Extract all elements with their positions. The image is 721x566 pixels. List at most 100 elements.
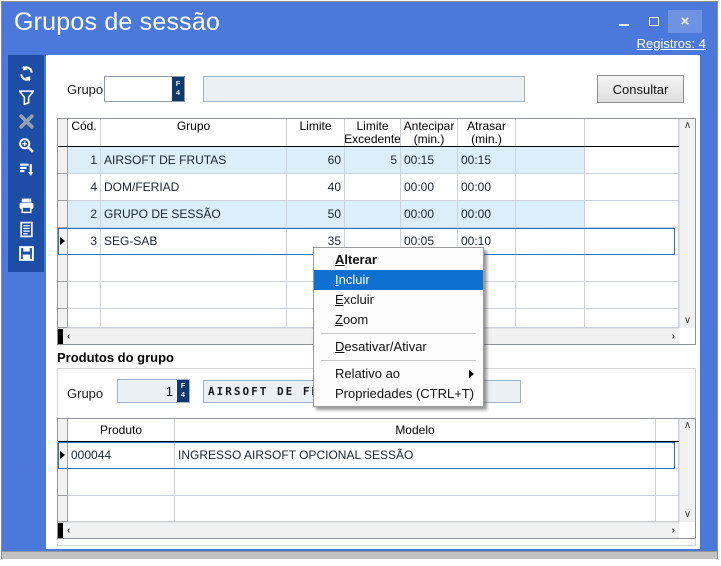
f4-lookup-button[interactable]: F4 — [171, 77, 184, 101]
maximize-button[interactable] — [640, 10, 668, 33]
empty-cell — [585, 201, 679, 228]
col-header-atrasar[interactable]: Atrasar(min.) — [458, 119, 516, 146]
empty-cell — [516, 228, 585, 255]
context-menu: Alterar Incluir Excluir Zoom Desativar/A… — [313, 247, 484, 407]
group-row[interactable]: 1 AIRSOFT DE FRUTAS 60 5 00:15 00:15 — [58, 147, 679, 174]
report-icon[interactable] — [15, 218, 37, 240]
col-header-cod[interactable]: Cód. — [68, 119, 101, 146]
refresh-icon[interactable] — [15, 62, 37, 84]
close-button[interactable] — [668, 10, 702, 33]
cell-limite[interactable]: 40 — [287, 174, 345, 201]
minimize-button[interactable] — [610, 10, 638, 33]
print-icon[interactable] — [15, 194, 37, 216]
empty-cell — [516, 201, 585, 228]
menu-item-zoom[interactable]: Zoom — [314, 310, 483, 330]
scroll-down-icon[interactable] — [680, 314, 695, 328]
empty-row — [58, 496, 679, 522]
row-gutter — [58, 282, 68, 309]
scroll-down-icon[interactable] — [680, 508, 695, 522]
produtos-grupo-code-field[interactable]: F4 — [117, 379, 190, 403]
cell-limite-excedente[interactable] — [345, 174, 401, 201]
empty-cell — [68, 255, 101, 282]
empty-header-cell — [585, 119, 679, 146]
row-gutter[interactable] — [58, 147, 68, 174]
consultar-button[interactable]: Consultar — [597, 75, 684, 103]
cell-grupo[interactable]: SEG-SAB — [101, 228, 287, 255]
clear-filter-icon[interactable] — [15, 110, 37, 132]
empty-cell — [585, 174, 679, 201]
grupo-name-field[interactable] — [203, 76, 525, 102]
row-gutter[interactable] — [58, 174, 68, 201]
save-icon[interactable] — [15, 242, 37, 264]
empty-cell — [101, 282, 287, 309]
col-header-grupo[interactable]: Grupo — [101, 119, 287, 146]
empty-cell — [68, 309, 101, 328]
cell-atrasar[interactable]: 00:00 — [458, 201, 516, 228]
scroll-right-icon[interactable] — [668, 524, 679, 538]
produtos-f4-lookup-button[interactable]: F4 — [176, 380, 189, 402]
cell-cod[interactable]: 3 — [68, 228, 101, 255]
menu-item-relativo-ao[interactable]: Relativo ao — [314, 364, 483, 384]
cell-limite-excedente[interactable]: 5 — [345, 147, 401, 174]
cell-atrasar[interactable]: 00:00 — [458, 174, 516, 201]
produto-row-selected[interactable]: 000044 INGRESSO AIRSOFT OPCIONAL SESSÃO — [58, 442, 679, 469]
menu-item-excluir[interactable]: Excluir — [314, 290, 483, 310]
cell-grupo[interactable]: GRUPO DE SESSÃO — [101, 201, 287, 228]
cell-antecipar[interactable]: 00:15 — [401, 147, 458, 174]
group-row[interactable]: 2 GRUPO DE SESSÃO 50 00:00 00:00 — [58, 201, 679, 228]
row-gutter — [58, 496, 68, 522]
empty-cell — [585, 309, 679, 328]
menu-item-desativar-ativar[interactable]: Desativar/Ativar — [314, 337, 483, 357]
filter-icon[interactable] — [15, 86, 37, 108]
cell-antecipar[interactable]: 00:00 — [401, 201, 458, 228]
cell-modelo[interactable]: INGRESSO AIRSOFT OPCIONAL SESSÃO — [175, 442, 656, 469]
gutter-header-cell — [58, 419, 68, 441]
menu-separator — [321, 333, 476, 334]
col-header-modelo[interactable]: Modelo — [175, 419, 656, 441]
sort-icon[interactable] — [15, 158, 37, 180]
cell-antecipar[interactable]: 00:00 — [401, 174, 458, 201]
v-scrollbar[interactable] — [679, 119, 695, 328]
empty-cell — [175, 469, 656, 496]
row-gutter[interactable] — [58, 201, 68, 228]
col-header-produto[interactable]: Produto — [68, 419, 175, 441]
registros-link[interactable]: Registros: 4 — [600, 36, 706, 51]
col-header-limite-excedente[interactable]: LimiteExcedente — [345, 119, 401, 146]
cell-grupo[interactable]: DOM/FERIAD — [101, 174, 287, 201]
scroll-left-icon[interactable] — [63, 524, 74, 538]
minimize-icon — [619, 24, 629, 26]
menu-item-incluir[interactable]: Incluir — [314, 270, 483, 290]
produtos-table: Produto Modelo 000044 INGRESSO AIRSOFT O… — [57, 418, 696, 539]
empty-cell — [656, 442, 679, 469]
grupo-label: Grupo — [67, 82, 103, 97]
h-scrollbar[interactable] — [58, 522, 679, 538]
cell-atrasar[interactable]: 00:15 — [458, 147, 516, 174]
cell-limite-excedente[interactable] — [345, 201, 401, 228]
cell-produto[interactable]: 000044 — [68, 442, 175, 469]
row-gutter[interactable] — [58, 442, 68, 469]
submenu-arrow-icon — [469, 370, 474, 378]
v-scrollbar[interactable] — [679, 419, 695, 522]
empty-cell — [101, 309, 287, 328]
cell-cod[interactable]: 1 — [68, 147, 101, 174]
grupo-code-field[interactable]: F4 — [104, 76, 185, 102]
cell-limite[interactable]: 50 — [287, 201, 345, 228]
cell-grupo[interactable]: AIRSOFT DE FRUTAS — [101, 147, 287, 174]
scroll-left-icon[interactable] — [63, 330, 74, 344]
menu-item-alterar[interactable]: Alterar — [314, 250, 483, 270]
zoom-icon[interactable] — [15, 134, 37, 156]
menu-item-propriedades[interactable]: Propriedades (CTRL+T) — [314, 384, 483, 404]
col-header-limite[interactable]: Limite — [287, 119, 345, 146]
cell-cod[interactable]: 2 — [68, 201, 101, 228]
row-gutter[interactable] — [58, 228, 68, 255]
produtos-grupo-label: Grupo — [67, 386, 103, 401]
cell-limite[interactable]: 60 — [287, 147, 345, 174]
scroll-up-icon[interactable] — [680, 419, 695, 433]
group-row[interactable]: 4 DOM/FERIAD 40 00:00 00:00 — [58, 174, 679, 201]
produtos-header-row: Produto Modelo — [58, 419, 679, 442]
grupo-name-input[interactable] — [204, 77, 524, 101]
col-header-antecipar[interactable]: Antecipar(min.) — [401, 119, 458, 146]
scroll-up-icon[interactable] — [680, 119, 695, 133]
scroll-right-icon[interactable] — [668, 330, 679, 344]
cell-cod[interactable]: 4 — [68, 174, 101, 201]
